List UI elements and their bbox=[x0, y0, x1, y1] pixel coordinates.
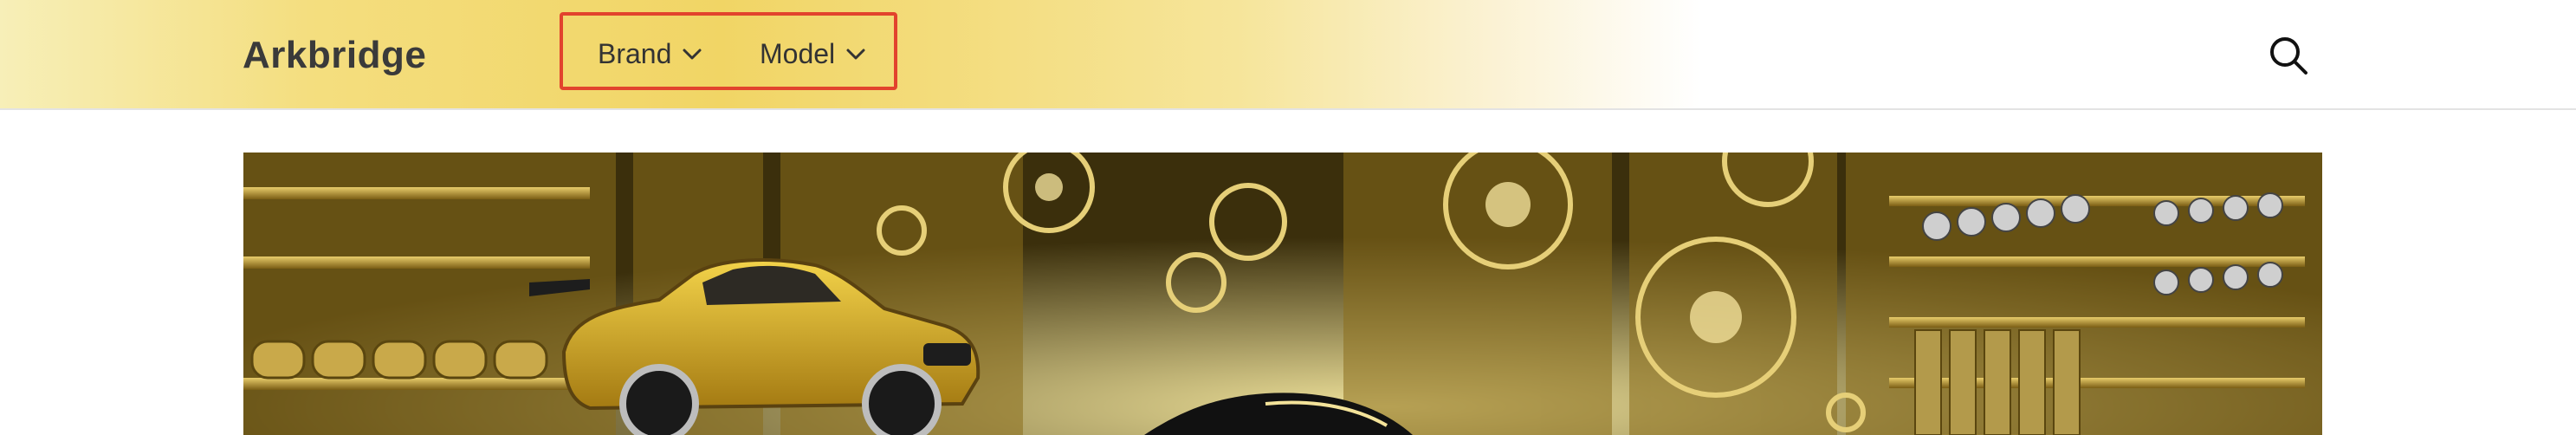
nav-item-model[interactable]: Model bbox=[760, 35, 866, 73]
nav-item-model-label: Model bbox=[760, 37, 836, 69]
nav-item-brand[interactable]: Brand bbox=[598, 35, 702, 73]
hero-banner bbox=[243, 153, 2322, 435]
hero-banner-image bbox=[243, 153, 2322, 435]
nav-item-brand-label: Brand bbox=[598, 37, 672, 69]
chevron-down-icon bbox=[683, 49, 702, 60]
search-icon[interactable] bbox=[2268, 35, 2309, 76]
site-logo[interactable]: Arkbridge bbox=[243, 31, 426, 80]
site-header: Arkbridge Brand Model bbox=[0, 0, 2576, 110]
chevron-down-icon bbox=[846, 49, 865, 60]
